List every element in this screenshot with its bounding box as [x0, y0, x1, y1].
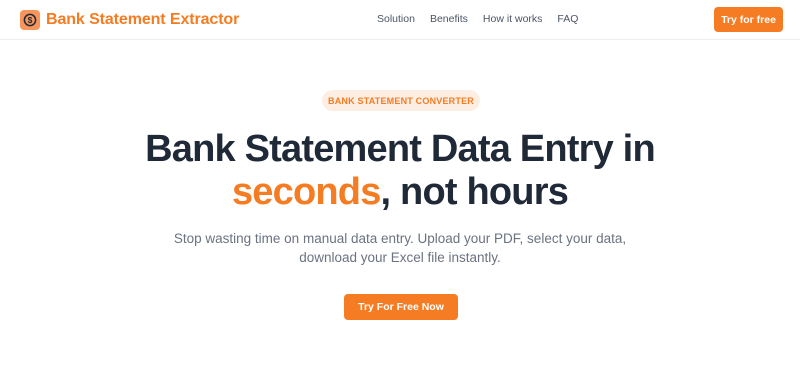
hero-headline: Bank Statement Data Entry in seconds, no…: [0, 128, 800, 214]
hero-section: BANK STATEMENT CONVERTER Bank Statement …: [0, 40, 800, 370]
hero-badge: BANK STATEMENT CONVERTER: [322, 90, 480, 111]
hero-subtext: Stop wasting time on manual data entry. …: [173, 231, 627, 265]
brand[interactable]: $ Bank Statement Extractor: [20, 9, 239, 30]
brand-name: Bank Statement Extractor: [46, 10, 240, 28]
nav-link-faq[interactable]: FAQ: [557, 13, 578, 25]
nav-link-benefits[interactable]: Benefits: [430, 13, 468, 25]
nav-link-solution[interactable]: Solution: [377, 13, 415, 25]
try-for-free-now-button[interactable]: Try For Free Now: [344, 294, 458, 320]
top-navbar: $ Bank Statement Extractor Solution Bene…: [0, 0, 800, 40]
svg-text:$: $: [28, 15, 33, 25]
headline-rest: , not hours: [380, 171, 569, 213]
headline-accent: seconds: [231, 171, 381, 213]
nav-link-how-it-works[interactable]: How it works: [483, 13, 543, 25]
nav-links: Solution Benefits How it works FAQ: [377, 13, 578, 25]
headline-line-1: Bank Statement Data Entry in: [145, 128, 656, 170]
try-for-free-button[interactable]: Try for free: [714, 7, 783, 32]
dollar-coin-icon: $: [20, 9, 40, 30]
